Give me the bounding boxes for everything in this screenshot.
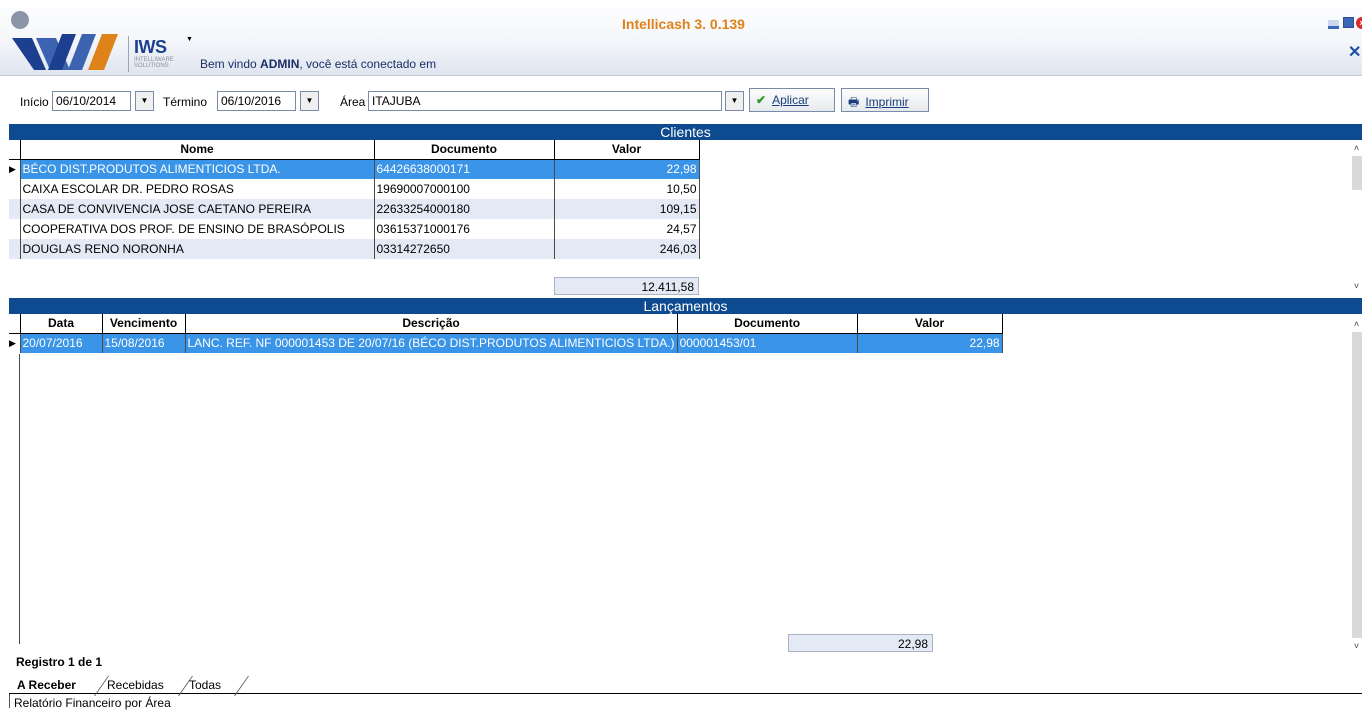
cell-valor[interactable]: 22,98	[857, 333, 1003, 353]
cell-documento[interactable]: 03314272650	[374, 239, 555, 259]
cell-nome[interactable]: DOUGLAS RENO NORONHA	[20, 239, 375, 259]
row-indicator-header	[9, 140, 21, 160]
table-row[interactable]: CAIXA ESCOLAR DR. PEDRO ROSAS 1969000700…	[9, 179, 700, 199]
scroll-thumb[interactable]	[1352, 156, 1362, 190]
inicio-date-field[interactable]: 06/10/2014	[52, 91, 131, 111]
close-form-icon[interactable]: ✕	[1348, 42, 1361, 62]
aplicar-button[interactable]: ✔ Aplicar	[749, 88, 835, 112]
cell-documento[interactable]: 03615371000176	[374, 219, 555, 239]
tab-recebidas[interactable]: Recebidas	[101, 676, 170, 694]
clientes-total: 12.411,58	[554, 277, 699, 295]
scroll-up-icon[interactable]: ˄	[1351, 318, 1362, 330]
table-row[interactable]: DOUGLAS RENO NORONHA 03314272650 246,03	[9, 239, 700, 259]
cell-documento[interactable]: 64426638000171	[374, 159, 555, 179]
termino-dropdown-icon[interactable]: ▼	[300, 91, 319, 111]
cell-descricao[interactable]: LANC. REF. NF 000001453 DE 20/07/16 (BÉC…	[185, 333, 678, 353]
status-tabs: A Receber Recebidas Todas	[9, 676, 1362, 696]
app-header: IWS INTELLIWARE SOLUTIONS ▼ Bem vindo AD…	[0, 0, 1362, 76]
column-header-vencimento[interactable]: Vencimento	[101, 314, 186, 334]
clientes-scrollbar[interactable]: ˄ ˅	[1351, 140, 1362, 294]
scroll-down-icon[interactable]: ˅	[1351, 640, 1362, 652]
cell-documento[interactable]: 19690007000100	[374, 179, 555, 199]
column-header-documento[interactable]: Documento	[373, 140, 555, 160]
cell-documento[interactable]: 000001453/01	[677, 333, 858, 353]
cell-valor[interactable]: 22,98	[554, 159, 700, 179]
lancamentos-header-row: Data Vencimento Descrição Documento Valo…	[9, 314, 1003, 334]
cell-valor[interactable]: 24,57	[554, 219, 700, 239]
termino-label: Término	[163, 95, 208, 109]
tab-a-receber[interactable]: A Receber	[11, 676, 82, 694]
iws-logo-text: IWS	[134, 37, 167, 57]
cell-valor[interactable]: 109,15	[554, 199, 700, 219]
cell-valor[interactable]: 10,50	[554, 179, 700, 199]
termino-date-field[interactable]: 06/10/2016	[217, 91, 296, 111]
inicio-dropdown-icon[interactable]: ▼	[135, 91, 154, 111]
row-pointer-icon: ▶	[9, 333, 21, 353]
lancamentos-scrollbar[interactable]: ˄ ˅	[1351, 314, 1362, 652]
column-header-valor[interactable]: Valor	[856, 314, 1003, 334]
clientes-header-row: Nome Documento Valor	[9, 140, 700, 160]
lancamentos-grid: Data Vencimento Descrição Documento Valo…	[9, 314, 1003, 353]
area-dropdown-icon[interactable]: ▼	[725, 91, 744, 111]
cell-valor[interactable]: 246,03	[554, 239, 700, 259]
scroll-up-icon[interactable]: ˄	[1351, 142, 1362, 154]
minimize-button[interactable]	[1328, 20, 1339, 29]
row-indicator-column	[9, 354, 20, 644]
lancamentos-total: 22,98	[788, 634, 933, 652]
checkmark-icon: ✔	[756, 93, 767, 107]
cell-documento[interactable]: 22633254000180	[374, 199, 555, 219]
clientes-grid: Nome Documento Valor ▶ BÉCO DIST.PRODUTO…	[9, 140, 700, 259]
lancamentos-section-header: Lançamentos	[9, 298, 1362, 314]
inicio-label: Início	[20, 95, 49, 109]
welcome-user: ADMIN	[260, 57, 300, 71]
table-row[interactable]: CASA DE CONVIVENCIA JOSE CAETANO PEREIRA…	[9, 199, 700, 219]
iws-brand: IWS INTELLIWARE SOLUTIONS	[128, 36, 176, 72]
welcome-text: Bem vindo ADMIN, você está conectado em	[200, 57, 437, 71]
table-row[interactable]: ▶ 20/07/2016 15/08/2016 LANC. REF. NF 00…	[9, 333, 1003, 353]
filter-toolbar: Início 06/10/2014 ▼ Término 06/10/2016 ▼…	[0, 87, 1362, 115]
scroll-down-icon[interactable]: ˅	[1351, 280, 1362, 292]
area-label: Área	[340, 95, 366, 109]
close-window-button[interactable]: ×	[1356, 17, 1362, 29]
table-row[interactable]: COOPERATIVA DOS PROF. DE ENSINO DE BRASÓ…	[9, 219, 700, 239]
company-logo-icon	[11, 11, 118, 70]
cell-nome[interactable]: CAIXA ESCOLAR DR. PEDRO ROSAS	[20, 179, 375, 199]
imprimir-button[interactable]: 🖶 Imprimir	[841, 88, 929, 112]
app-title: Intellicash 3. 0.139	[622, 16, 745, 32]
cell-vencimento[interactable]: 15/08/2016	[102, 333, 186, 353]
header-menu-caret-icon[interactable]: ▼	[186, 36, 193, 43]
area-select[interactable]: ITAJUBA	[368, 91, 722, 111]
cell-nome[interactable]: CASA DE CONVIVENCIA JOSE CAETANO PEREIRA	[20, 199, 375, 219]
cell-data[interactable]: 20/07/2016	[20, 333, 103, 353]
tab-todas[interactable]: Todas	[183, 676, 227, 694]
column-header-descricao[interactable]: Descrição	[184, 314, 678, 334]
column-header-valor[interactable]: Valor	[553, 140, 700, 160]
row-pointer-icon: ▶	[9, 159, 21, 179]
printer-icon: 🖶	[848, 95, 860, 109]
scroll-thumb[interactable]	[1352, 332, 1362, 638]
clientes-section-header: Clientes	[9, 124, 1362, 140]
record-counter: Registro 1 de 1	[16, 655, 103, 669]
column-header-documento[interactable]: Documento	[676, 314, 858, 334]
cell-nome[interactable]: BÉCO DIST.PRODUTOS ALIMENTICIOS LTDA.	[20, 159, 375, 179]
cell-nome[interactable]: COOPERATIVA DOS PROF. DE ENSINO DE BRASÓ…	[20, 219, 375, 239]
table-row[interactable]: ▶ BÉCO DIST.PRODUTOS ALIMENTICIOS LTDA. …	[9, 159, 700, 179]
column-header-data[interactable]: Data	[19, 314, 103, 334]
iws-logo-subtitle: INTELLIWARE SOLUTIONS	[134, 57, 174, 69]
maximize-button[interactable]	[1343, 17, 1354, 28]
column-header-nome[interactable]: Nome	[19, 140, 375, 160]
